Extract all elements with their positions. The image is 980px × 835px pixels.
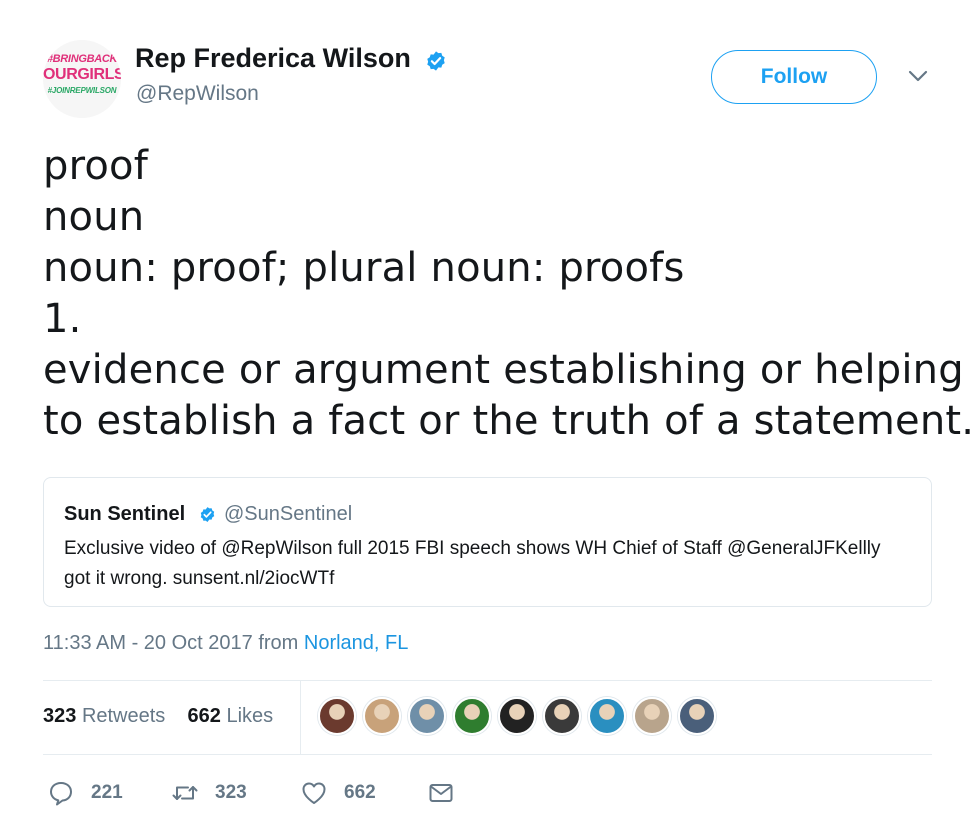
likes-count: 662: [187, 705, 221, 727]
chevron-down-icon[interactable]: [905, 66, 931, 86]
avatar-text-line-2: OURGIRLS: [43, 66, 121, 83]
follow-button[interactable]: Follow: [711, 50, 877, 104]
like-button[interactable]: 662: [300, 776, 376, 810]
quoted-tweet-text: Exclusive video of @RepWilson full 2015 …: [64, 538, 881, 589]
profile-avatar[interactable]: #BRINGBACK OURGIRLS #JOINREPWILSON: [43, 40, 121, 118]
reply-count: 221: [91, 782, 123, 803]
retweet-button[interactable]: 323: [171, 776, 247, 810]
retweets-count: 323: [43, 705, 77, 727]
tweet-line: evidence or argument establishing or hel…: [43, 347, 964, 393]
tweet-stats: 323 Retweets 662 Likes: [43, 705, 273, 728]
heart-icon: [302, 782, 326, 804]
quoted-account-handle: @SunSentinel: [224, 503, 353, 525]
tweet-text: proof noun noun: proof; plural noun: pro…: [43, 141, 975, 447]
quoted-tweet-card[interactable]: Sun Sentinel @SunSentinel Exclusive vide…: [43, 477, 932, 607]
tweet-timestamp: 11:33 AM - 20 Oct 2017 from Norland, FL: [43, 632, 408, 655]
stats-divider: [300, 680, 301, 754]
like-count: 662: [344, 782, 376, 803]
liker-avatar[interactable]: [318, 697, 356, 735]
tweet-line: noun: [43, 194, 145, 240]
liker-avatar[interactable]: [588, 697, 626, 735]
retweets-stat[interactable]: 323 Retweets: [43, 705, 165, 727]
avatar-text-line-1: #BRINGBACK: [46, 53, 118, 65]
tweet-line: noun: proof; plural noun: proofs: [43, 245, 685, 291]
tweet-line: to establish a fact or the truth of a st…: [43, 398, 975, 444]
retweet-count: 323: [215, 782, 247, 803]
liker-avatar[interactable]: [633, 697, 671, 735]
liker-avatar[interactable]: [453, 697, 491, 735]
liker-avatar[interactable]: [498, 697, 536, 735]
likes-stat[interactable]: 662 Likes: [188, 705, 274, 727]
liker-avatar[interactable]: [678, 697, 716, 735]
tweet-line: proof: [43, 143, 148, 189]
liker-avatar[interactable]: [408, 697, 446, 735]
tweet-actions: 221 323 662: [43, 776, 543, 810]
avatar-text-line-3: #JOINREPWILSON: [47, 86, 117, 95]
verified-badge-icon: [427, 51, 445, 71]
account-name[interactable]: Rep Frederica Wilson: [135, 43, 411, 74]
retweets-label: Retweets: [81, 705, 166, 727]
quoted-account-name: Sun Sentinel: [64, 503, 186, 525]
likes-label: Likes: [226, 705, 274, 727]
retweet-icon: [172, 786, 198, 800]
direct-message-button[interactable]: [427, 776, 455, 810]
verified-badge-icon: [200, 507, 215, 522]
divider: [43, 754, 932, 755]
tweet-line: 1.: [43, 296, 82, 342]
divider: [43, 680, 932, 681]
envelope-icon: [429, 784, 453, 802]
liker-avatar[interactable]: [543, 697, 581, 735]
from-label: from: [258, 632, 299, 654]
liker-avatar[interactable]: [363, 697, 401, 735]
tweet-header: #BRINGBACK OURGIRLS #JOINREPWILSON Rep F…: [43, 40, 938, 120]
tweet-time[interactable]: 11:33 AM - 20 Oct 2017: [43, 632, 253, 654]
reply-icon: [50, 782, 72, 806]
account-handle[interactable]: @RepWilson: [136, 82, 259, 106]
tweet-location-link[interactable]: Norland, FL: [304, 632, 409, 654]
reply-button[interactable]: 221: [47, 776, 123, 810]
